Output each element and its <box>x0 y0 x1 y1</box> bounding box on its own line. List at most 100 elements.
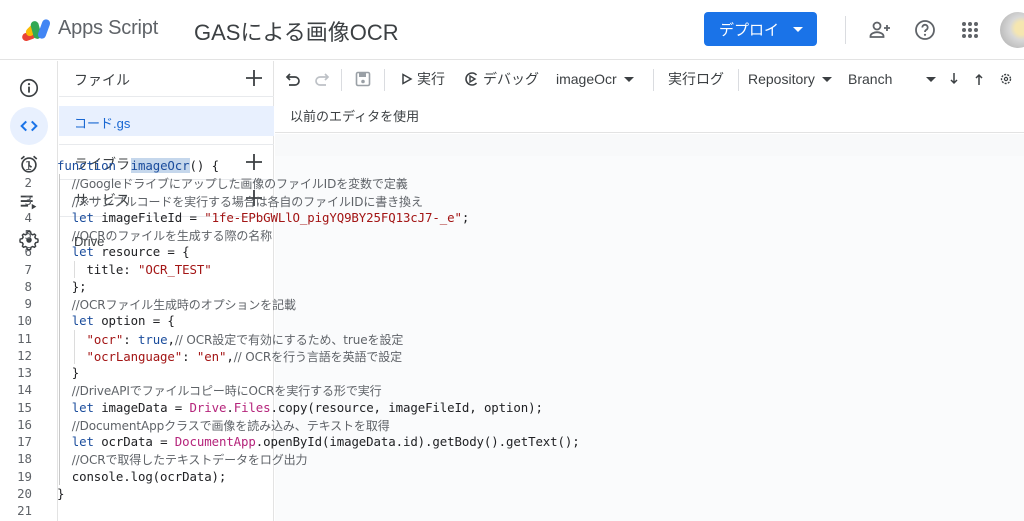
code-line[interactable]: 1 function imageOcr() { <box>0 157 749 174</box>
line-text: } <box>57 486 64 501</box>
help-icon[interactable] <box>913 18 937 42</box>
app-name[interactable]: Apps Script <box>58 17 158 40</box>
indent-guide <box>74 260 75 278</box>
save-icon[interactable] <box>354 67 372 91</box>
token-str: "ocr" <box>86 331 124 347</box>
rail-item-editor[interactable] <box>10 107 48 145</box>
header-divider <box>845 16 846 44</box>
run-label: 実行 <box>417 71 445 87</box>
play-icon <box>402 73 413 85</box>
line-text: //OCRのファイルを生成する際の名称 <box>57 227 272 244</box>
project-title[interactable]: GASによる画像OCR <box>194 15 399 47</box>
git-settings-icon[interactable] <box>999 67 1013 91</box>
run-button[interactable]: 実行 <box>401 67 445 91</box>
code-line[interactable]: 20} <box>0 485 749 502</box>
app-header: Apps Script GASによる画像OCR デプロイ <box>0 0 1024 60</box>
toolbar-divider <box>738 69 739 91</box>
line-number: 16 <box>17 416 32 432</box>
pull-icon[interactable] <box>948 67 960 91</box>
apps-script-logo-icon <box>22 19 51 42</box>
deploy-button[interactable]: デプロイ <box>704 12 817 46</box>
code-line[interactable]: 14 //DriveAPIでファイルコピー時にOCRを実行する形で実行 <box>0 381 749 398</box>
token: () { <box>189 158 220 173</box>
branch-select[interactable]: Branch <box>848 67 937 91</box>
push-icon[interactable] <box>973 67 985 91</box>
line-number: 7 <box>24 261 32 277</box>
token: ; <box>461 209 470 225</box>
line-text: let ocrData = DocumentApp.openById(image… <box>57 434 580 449</box>
code-line[interactable]: 3 //※サンプルコードを実行する場合は各自のファイルIDに書き換え <box>0 192 749 209</box>
token-cm: //DriveAPIでファイルコピー時にOCRを実行する形で実行 <box>71 384 382 399</box>
token: . <box>226 399 234 415</box>
token-cm: //OCRで取得したテキストデータをログ出力 <box>71 453 308 468</box>
use-legacy-editor-link[interactable]: 以前のエディタを使用 <box>290 106 419 125</box>
token: , <box>226 348 234 364</box>
token-kw: function <box>57 158 116 173</box>
avatar[interactable] <box>1000 12 1024 48</box>
token-str: "OCR_TEST" <box>137 261 212 277</box>
branch-label: Branch <box>848 71 893 87</box>
code-line[interactable]: 8 }; <box>0 278 749 295</box>
code-line[interactable]: 13 } <box>0 364 749 381</box>
code-line[interactable]: 18 //OCRで取得したテキストデータをログ出力 <box>0 450 749 467</box>
repository-label: Repository <box>748 71 815 87</box>
line-text: let resource = { <box>57 244 190 259</box>
line-text: let option = { <box>57 313 175 328</box>
function-select[interactable]: imageOcr <box>556 67 634 91</box>
code-line[interactable]: 21 <box>0 502 749 519</box>
apps-grid-icon[interactable] <box>958 18 982 42</box>
code-line[interactable]: 4 let imageFileId = "1fe-EPbGWLlO_pigYQ9… <box>0 209 749 226</box>
code-line[interactable]: 12 "ocrLanguage": "en",// OCRを行う言語を英語で設定 <box>0 347 749 364</box>
token: imageData = <box>93 399 190 415</box>
line-number: 2 <box>24 175 32 191</box>
code-line[interactable]: 10 let option = { <box>0 312 749 329</box>
line-number: 18 <box>17 451 32 467</box>
code-line[interactable]: 17 let ocrData = DocumentApp.openById(im… <box>0 433 749 450</box>
line-text: "ocrLanguage": "en",// OCRを行う言語を英語で設定 <box>57 348 402 365</box>
files-section: ファイル <box>59 61 274 97</box>
redo-icon[interactable] <box>312 67 330 91</box>
function-select-value: imageOcr <box>556 71 617 87</box>
undo-icon[interactable] <box>285 67 303 91</box>
token-cm: // OCR設定で有効にするため、trueを設定 <box>174 332 404 347</box>
debug-button[interactable]: デバッグ <box>464 67 539 91</box>
code-line[interactable]: 9 //OCRファイル生成時のオプションを記載 <box>0 295 749 312</box>
rail-item-overview[interactable] <box>10 69 48 107</box>
code-line[interactable]: 5 //OCRのファイルを生成する際の名称 <box>0 226 749 243</box>
code-line[interactable]: 7 title: "OCR_TEST" <box>0 261 749 278</box>
token: resource = { <box>93 244 190 260</box>
toolbar-divider <box>384 69 385 91</box>
token: .copy(resource, imageFileId, option); <box>270 399 543 415</box>
token: ocrData = <box>93 434 175 449</box>
line-text: let imageFileId = "1fe-EPbGWLlO_pigYQ9BY… <box>57 209 470 225</box>
code-line[interactable]: 6 let resource = { <box>0 243 749 260</box>
token-kw: let <box>71 209 94 225</box>
add-collaborator-icon[interactable] <box>868 18 892 42</box>
code-line[interactable]: 11 "ocr": true,// OCR設定で有効にするため、trueを設定 <box>0 330 749 347</box>
code-line[interactable]: 2 //Googleドライブにアップした画像のファイルIDを変数で定義 <box>0 174 749 191</box>
line-number: 5 <box>24 227 32 242</box>
code-line[interactable]: 16 //DocumentAppクラスで画像を読み込み、テキストを取得 <box>0 416 749 433</box>
chevron-down-icon <box>793 27 803 32</box>
line-number: 14 <box>17 382 32 398</box>
code-icon <box>20 120 38 132</box>
line-text: //Googleドライブにアップした画像のファイルIDを変数で定義 <box>57 175 408 192</box>
token-cm: //DocumentAppクラスで画像を読み込み、テキストを取得 <box>71 418 390 433</box>
token: title: <box>57 261 138 277</box>
add-file-icon[interactable] <box>244 68 264 88</box>
repository-select[interactable]: Repository <box>748 67 832 91</box>
info-icon <box>19 78 39 98</box>
code-line[interactable]: 15 let imageData = Drive.Files.copy(reso… <box>0 399 749 416</box>
line-number: 19 <box>17 468 32 484</box>
execution-log-button[interactable]: 実行ログ <box>668 67 724 91</box>
token-hl: imageOcr <box>130 158 190 173</box>
token: : <box>182 348 197 364</box>
file-item-code-gs[interactable]: コード.gs <box>59 106 274 136</box>
code-line[interactable]: 19 console.log(ocrData); <box>0 468 749 485</box>
line-number: 8 <box>24 278 32 294</box>
line-number: 21 <box>17 503 32 518</box>
toolbar-divider <box>341 69 342 91</box>
